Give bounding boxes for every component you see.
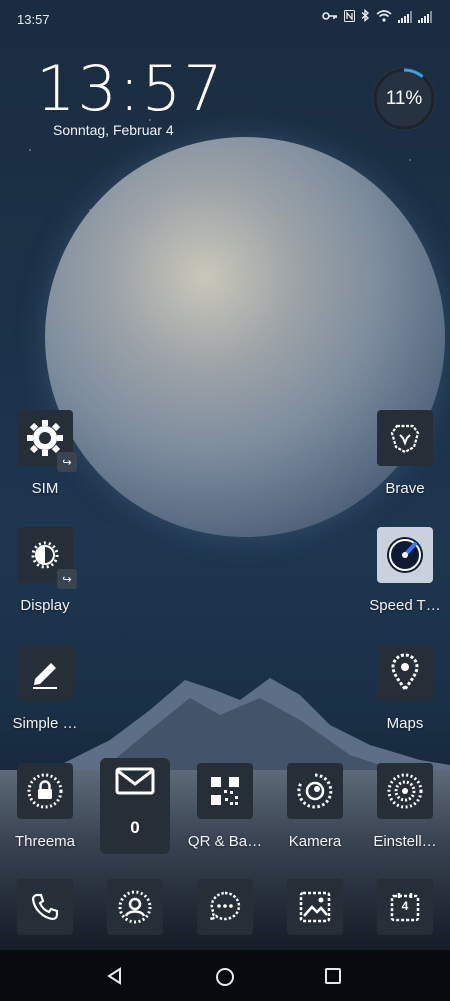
calendar-icon: 4: [377, 879, 433, 935]
shortcut-arrow-icon: ↪: [57, 569, 77, 589]
status-bar: 13:57: [0, 0, 450, 38]
pencil-icon: [17, 645, 73, 701]
shortcut-arrow-icon: ↪: [57, 452, 77, 472]
envelope-icon: [115, 766, 155, 801]
app-label: Maps: [386, 715, 424, 732]
dock-messages[interactable]: [185, 879, 265, 935]
status-time: 13:57: [17, 12, 50, 27]
app-maps[interactable]: Maps: [365, 645, 445, 732]
location-pin-icon: [377, 645, 433, 701]
back-icon[interactable]: [106, 967, 124, 990]
app-label: Brave: [385, 480, 425, 497]
app-label: Threema: [14, 833, 76, 850]
home-icon[interactable]: [215, 967, 235, 992]
app-threema[interactable]: Threema: [5, 763, 85, 850]
dock-phone[interactable]: [5, 879, 85, 935]
app-kamera[interactable]: Kamera: [275, 763, 355, 850]
app-label: SIM: [31, 480, 59, 497]
app-speed-test[interactable]: Speed T…: [365, 527, 445, 614]
recents-icon[interactable]: [324, 967, 342, 990]
settings-icon: [377, 763, 433, 819]
speedometer-icon: [377, 527, 433, 583]
contacts-icon: [107, 879, 163, 935]
app-sim[interactable]: ↪ SIM: [5, 410, 85, 497]
app-brave[interactable]: Brave: [365, 410, 445, 497]
dock-calendar[interactable]: 4: [365, 879, 445, 935]
app-einstellungen[interactable]: Einstell…: [365, 763, 445, 850]
app-simple-notes[interactable]: Simple …: [5, 645, 85, 732]
signal-icon: [398, 11, 412, 23]
dock-contacts[interactable]: [95, 879, 175, 935]
mail-widget[interactable]: 0: [100, 758, 170, 854]
battery-widget[interactable]: 11%: [372, 67, 436, 131]
clock-widget-time[interactable]: 13:57: [36, 52, 225, 125]
lock-icon: [17, 763, 73, 819]
app-label: Display: [20, 597, 70, 614]
phone-icon: [17, 879, 73, 935]
gear-icon: ↪: [17, 410, 77, 472]
wifi-icon: [376, 9, 392, 25]
app-label: Speed T…: [369, 597, 441, 614]
key-icon: [322, 10, 338, 24]
gallery-icon: [287, 879, 343, 935]
app-qr-barcode[interactable]: QR & Ba…: [185, 763, 265, 850]
nfc-icon: [344, 9, 355, 25]
clock-widget-date[interactable]: Sonntag, Februar 4: [53, 122, 174, 138]
app-label: Einstell…: [373, 833, 437, 850]
signal-icon: [418, 11, 432, 23]
dock-gallery[interactable]: [275, 879, 355, 935]
bluetooth-icon: [361, 9, 370, 25]
app-label: Simple …: [12, 715, 78, 732]
app-label: Kamera: [288, 833, 342, 850]
calendar-day: 4: [401, 899, 409, 913]
camera-icon: [287, 763, 343, 819]
messages-icon: [197, 879, 253, 935]
navigation-bar: [0, 950, 450, 1001]
app-display[interactable]: ↪ Display: [5, 527, 85, 614]
app-label: QR & Ba…: [187, 833, 263, 850]
lion-icon: [377, 410, 433, 466]
qr-code-icon: [197, 763, 253, 819]
mail-count: 0: [130, 818, 140, 837]
brightness-icon: ↪: [17, 527, 77, 589]
dock: 4: [0, 875, 450, 945]
battery-percent: 11%: [385, 88, 423, 109]
